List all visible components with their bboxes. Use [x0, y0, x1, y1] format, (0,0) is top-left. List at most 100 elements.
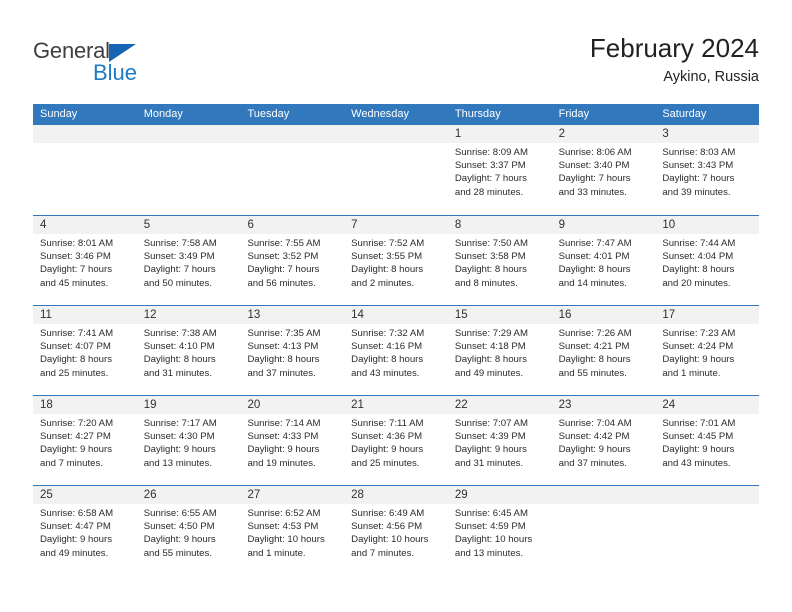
day-number: 6	[247, 219, 254, 231]
day-info-line: Daylight: 8 hours	[247, 354, 320, 366]
day-info-line: and 25 minutes.	[351, 457, 420, 469]
calendar-day-cell[interactable]: 23 Sunrise: 7:04 AM Sunset: 4:42 PM Dayligh…	[551, 396, 656, 485]
calendar-day-cell[interactable]: 9 Sunrise: 7:47 AM Sunset: 4:01 PM Daylight…	[551, 216, 656, 305]
day-info-line: Sunrise: 7:41 AM	[40, 328, 114, 339]
day-number-band: 21	[344, 396, 448, 414]
calendar-day-cell[interactable]: 21 Sunrise: 7:11 AM Sunset: 4:36 PM Dayligh…	[344, 396, 448, 485]
calendar-day-cell[interactable]: 7 Sunrise: 7:52 AM Sunset: 3:55 PM Daylight…	[344, 216, 448, 305]
calendar-day-cell[interactable]: 3 Sunrise: 8:03 AM Sunset: 3:43 PM Daylight…	[655, 125, 760, 215]
day-info-line: and 19 minutes.	[247, 457, 316, 469]
day-info-line: Daylight: 8 hours	[454, 354, 527, 366]
weekday-header-monday: Monday	[143, 108, 183, 120]
calendar-day-cell[interactable]: 20 Sunrise: 7:14 AM Sunset: 4:33 PM Dayligh…	[240, 396, 345, 485]
day-sun-info: Sunrise: 8:01 AM Sunset: 3:46 PM Daylight:…	[33, 234, 137, 290]
day-sun-info: Sunrise: 6:55 AM Sunset: 4:50 PM Daylight:…	[137, 504, 241, 560]
day-info-line: and 25 minutes.	[40, 367, 109, 379]
calendar-day-cell[interactable]: 16 Sunrise: 7:26 AM Sunset: 4:21 PM Dayligh…	[551, 306, 656, 395]
calendar-day-cell[interactable]: 8 Sunrise: 7:50 AM Sunset: 3:58 PM Daylight…	[447, 216, 552, 305]
day-number-band: 12	[136, 306, 241, 324]
calendar-week-row: 25 Sunrise: 6:58 AM Sunset: 4:47 PM Dayligh…	[33, 485, 760, 575]
day-info-line: Daylight: 10 hours	[247, 534, 325, 546]
day-number: 29	[454, 489, 468, 501]
day-number: 11	[40, 309, 52, 321]
day-info-line: Sunset: 3:52 PM	[247, 251, 319, 263]
day-number-band: 13	[240, 306, 345, 324]
day-info-line: Daylight: 9 hours	[454, 444, 527, 456]
day-number-band: 23	[551, 396, 656, 414]
day-number-band: 6	[240, 216, 345, 234]
calendar-day-cell[interactable]: 28 Sunrise: 6:49 AM Sunset: 4:56 PM Dayligh…	[344, 486, 448, 575]
calendar-day-cell[interactable]: 15 Sunrise: 7:29 AM Sunset: 4:18 PM Dayligh…	[447, 306, 552, 395]
day-number: 12	[143, 309, 157, 321]
day-info-line: Sunset: 4:53 PM	[247, 521, 319, 533]
day-info-line: Sunset: 4:18 PM	[454, 341, 526, 353]
calendar-day-cell[interactable]: 13 Sunrise: 7:35 AM Sunset: 4:13 PM Dayligh…	[240, 306, 345, 395]
day-info-line: Sunrise: 7:35 AM	[247, 328, 321, 339]
calendar-day-cell[interactable]: 2 Sunrise: 8:06 AM Sunset: 3:40 PM Daylight…	[551, 125, 656, 215]
day-info-line: Daylight: 10 hours	[351, 534, 429, 546]
day-number-band: 9	[551, 216, 656, 234]
day-sun-info: Sunrise: 6:49 AM Sunset: 4:56 PM Daylight:…	[344, 504, 448, 560]
calendar-day-cell[interactable]: 14 Sunrise: 7:32 AM Sunset: 4:16 PM Dayligh…	[344, 306, 448, 395]
day-info-line: Sunset: 3:46 PM	[40, 251, 111, 263]
day-info-line: Daylight: 10 hours	[454, 534, 533, 546]
day-info-line: Daylight: 7 hours	[454, 173, 527, 185]
calendar-day-cell[interactable]: 5 Sunrise: 7:58 AM Sunset: 3:49 PM Daylight…	[136, 216, 241, 305]
calendar-day-cell[interactable]: 10 Sunrise: 7:44 AM Sunset: 4:04 PM Dayligh…	[655, 216, 760, 305]
calendar-day-cell[interactable]: 12 Sunrise: 7:38 AM Sunset: 4:10 PM Dayligh…	[136, 306, 241, 395]
day-info-line: Sunset: 4:56 PM	[351, 521, 423, 533]
day-info-line: Sunrise: 7:07 AM	[454, 418, 528, 429]
day-info-line: Sunset: 4:50 PM	[143, 521, 215, 533]
day-info-line: Daylight: 7 hours	[40, 264, 112, 276]
day-info-line: and 55 minutes.	[143, 547, 212, 559]
calendar-day-cell[interactable]: 25 Sunrise: 6:58 AM Sunset: 4:47 PM Dayligh…	[33, 486, 137, 575]
day-info-line: and 56 minutes.	[247, 277, 316, 289]
calendar-week-row: 11 Sunrise: 7:41 AM Sunset: 4:07 PM Dayligh…	[33, 305, 760, 395]
calendar-day-cell[interactable]: 1 Sunrise: 8:09 AM Sunset: 3:37 PM Daylight…	[447, 125, 552, 215]
calendar-day-cell[interactable]: 17 Sunrise: 7:23 AM Sunset: 4:24 PM Dayligh…	[655, 306, 760, 395]
calendar-day-cell[interactable]: 18 Sunrise: 7:20 AM Sunset: 4:27 PM Dayligh…	[33, 396, 137, 485]
weekday-header-sunday: Sunday	[40, 108, 78, 120]
day-info-line: Sunset: 4:13 PM	[247, 341, 319, 353]
day-number: 17	[662, 309, 676, 321]
weekday-header-row: Sunday Monday Tuesday Wednesday Thursday Frid…	[33, 104, 759, 125]
day-info-line: and 37 minutes.	[558, 457, 627, 469]
day-info-line: and 14 minutes.	[558, 277, 627, 289]
day-number: 7	[351, 219, 358, 231]
calendar-day-cell[interactable]: 11 Sunrise: 7:41 AM Sunset: 4:07 PM Dayligh…	[33, 306, 137, 395]
calendar-day-cell[interactable]: 6 Sunrise: 7:55 AM Sunset: 3:52 PM Daylight…	[240, 216, 345, 305]
day-number-band: 15	[447, 306, 552, 324]
day-number-band: 18	[33, 396, 137, 414]
day-info-line: and 45 minutes.	[40, 277, 109, 289]
day-number: 18	[40, 399, 53, 411]
day-info-line: Daylight: 8 hours	[143, 354, 216, 366]
calendar-day-cell[interactable]: 29 Sunrise: 6:45 AM Sunset: 4:59 PM Dayligh…	[447, 486, 552, 575]
day-number: 3	[662, 128, 669, 140]
day-info-line: Sunrise: 7:20 AM	[40, 418, 114, 429]
calendar-day-cell[interactable]: 24 Sunrise: 7:01 AM Sunset: 4:45 PM Dayligh…	[655, 396, 760, 485]
day-sun-info: Sunrise: 7:41 AM Sunset: 4:07 PM Daylight:…	[33, 324, 137, 380]
day-number-band: 17	[655, 306, 760, 324]
day-number: 14	[351, 309, 364, 321]
calendar-day-cell[interactable]: 22 Sunrise: 7:07 AM Sunset: 4:39 PM Dayligh…	[447, 396, 552, 485]
day-info-line: Sunset: 4:39 PM	[454, 431, 526, 443]
day-number: 21	[351, 399, 364, 411]
day-info-line: Sunset: 4:47 PM	[40, 521, 111, 533]
day-number: 13	[247, 309, 261, 321]
calendar-day-cell[interactable]: 4 Sunrise: 8:01 AM Sunset: 3:46 PM Daylight…	[33, 216, 137, 305]
day-number: 27	[247, 489, 261, 501]
day-info-line: Sunrise: 7:44 AM	[662, 238, 736, 249]
calendar-day-cell[interactable]: 26 Sunrise: 6:55 AM Sunset: 4:50 PM Dayligh…	[136, 486, 241, 575]
day-sun-info: Sunrise: 8:09 AM Sunset: 3:37 PM Daylight:…	[448, 143, 552, 199]
calendar-day-cell[interactable]: 19 Sunrise: 7:17 AM Sunset: 4:30 PM Dayligh…	[136, 396, 241, 485]
day-info-line: Daylight: 8 hours	[454, 264, 527, 276]
day-number-band: 5	[136, 216, 241, 234]
day-info-line: and 2 minutes.	[351, 277, 415, 289]
day-number: 4	[40, 219, 47, 231]
calendar-day-cell[interactable]: 27 Sunrise: 6:52 AM Sunset: 4:53 PM Dayligh…	[240, 486, 345, 575]
day-number-band: 28	[344, 486, 448, 504]
day-info-line: and 1 minute.	[662, 367, 721, 379]
day-sun-info: Sunrise: 7:47 AM Sunset: 4:01 PM Daylight:…	[552, 234, 656, 290]
day-info-line: and 7 minutes.	[351, 547, 415, 559]
day-info-line: Sunset: 4:42 PM	[558, 431, 630, 443]
